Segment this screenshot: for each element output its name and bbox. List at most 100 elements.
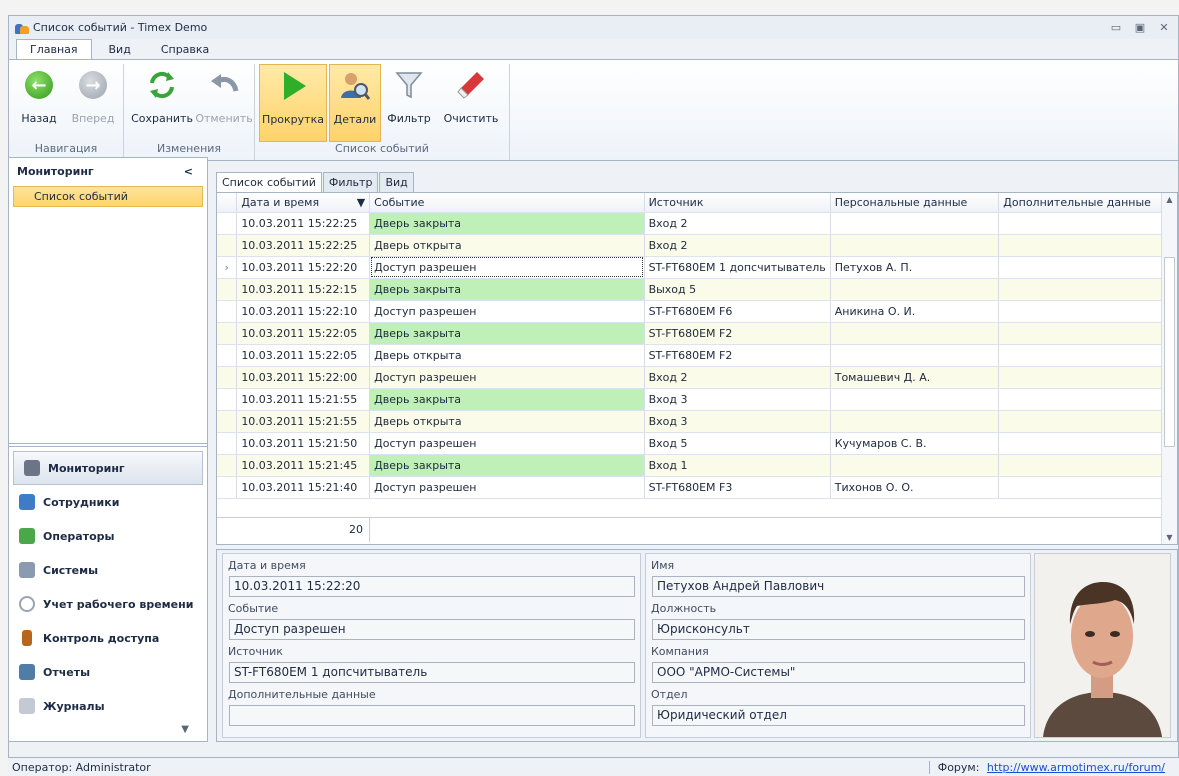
field-value-company[interactable]: ООО "АРМО-Системы" (652, 662, 1025, 683)
field-value-source[interactable]: ST-FT680EM 1 допсчитыватель (229, 662, 635, 683)
back-arrow-icon: ← (25, 71, 53, 99)
row-indicator (217, 366, 238, 389)
nav-group-journals[interactable]: Журналы (9, 689, 207, 723)
sort-descending-icon: ▼ (356, 195, 366, 209)
menu-tab-main[interactable]: Главная (16, 39, 92, 59)
more-nav-icon[interactable]: ▼ (181, 724, 189, 735)
field-value-name[interactable]: Петухов Андрей Павлович (652, 576, 1025, 597)
cell-source: Вход 2 (644, 234, 831, 257)
forum-link[interactable]: http://www.armotimex.ru/forum/ (987, 761, 1165, 774)
tab-event-list[interactable]: Список событий (216, 172, 322, 192)
nav-group-employees[interactable]: Сотрудники (9, 485, 207, 519)
minimize-icon[interactable]: ▭ (1108, 21, 1124, 35)
cell-event: Дверь закрыта (369, 278, 645, 301)
row-indicator (217, 344, 238, 367)
clock-icon (19, 596, 35, 612)
column-header-personal[interactable]: Персональные данные (830, 193, 1000, 213)
pane-splitter[interactable] (9, 443, 207, 447)
field-value-extra[interactable] (229, 705, 635, 726)
table-row[interactable]: 10.03.2011 15:22:00 Доступ разрешен Вход 2… (217, 366, 1177, 389)
scrollbar-thumb[interactable] (1164, 257, 1175, 447)
table-row[interactable]: 10.03.2011 15:22:25 Дверь открыта Вход 2 (217, 234, 1177, 257)
forward-button[interactable]: → Вперед (67, 64, 119, 142)
table-row[interactable]: 10.03.2011 15:21:45 Дверь закрыта Вход 1 (217, 454, 1177, 477)
close-icon[interactable]: ✕ (1156, 21, 1172, 35)
cell-personal: Томашевич Д. А. (830, 366, 1000, 389)
nav-item-event-list[interactable]: Список событий (13, 186, 203, 207)
filter-button[interactable]: Фильтр (383, 64, 435, 142)
table-row[interactable]: 10.03.2011 15:22:10 Доступ разрешен ST-FT6… (217, 300, 1177, 323)
field-value-event[interactable]: Доступ разрешен (229, 619, 635, 640)
column-header-source[interactable]: Источник (644, 193, 831, 213)
table-row[interactable]: › 10.03.2011 15:22:20 Доступ разрешен ST-FT… (217, 256, 1177, 279)
tab-filter[interactable]: Фильтр (322, 172, 379, 192)
column-header-extra[interactable]: Дополнительные данные (998, 193, 1177, 213)
tab-view[interactable]: Вид (379, 172, 414, 192)
nav-pane-header: Мониторинг < (9, 158, 207, 184)
ribbon-group-changes: Сохранить Отменить Изменения (124, 64, 255, 160)
nav-group-operators[interactable]: Операторы (9, 519, 207, 553)
field-label-extra: Дополнительные данные (228, 688, 376, 701)
operator-status: Оператор: Administrator (12, 760, 151, 774)
row-indicator (217, 388, 238, 411)
employees-icon (19, 494, 35, 510)
clear-button[interactable]: Очистить (437, 64, 505, 142)
nav-group-access-control[interactable]: Контроль доступа (9, 621, 207, 655)
cell-datetime: 10.03.2011 15:21:50 (236, 432, 371, 455)
cell-extra (998, 234, 1177, 257)
table-row[interactable]: 10.03.2011 15:22:15 Дверь закрыта Выход 5 (217, 278, 1177, 301)
row-indicator (217, 234, 238, 257)
table-row[interactable]: 10.03.2011 15:22:25 Дверь закрыта Вход 2 (217, 212, 1177, 235)
person-details: Имя Петухов Андрей Павлович Должность Юр… (645, 553, 1031, 738)
cell-extra (998, 432, 1177, 455)
cell-extra (998, 454, 1177, 477)
field-label-company: Компания (651, 645, 709, 658)
cell-datetime: 10.03.2011 15:21:45 (236, 454, 371, 477)
cancel-button[interactable]: Отменить (195, 64, 253, 142)
cell-source: Вход 5 (644, 432, 831, 455)
undo-icon (211, 74, 239, 92)
maximize-icon[interactable]: ▣ (1132, 21, 1148, 35)
nav-group-reports[interactable]: Отчеты (9, 655, 207, 689)
field-value-position[interactable]: Юрисконсульт (652, 619, 1025, 640)
column-header-event[interactable]: Событие (369, 193, 645, 213)
field-value-department[interactable]: Юридический отдел (652, 705, 1025, 726)
title-bar: Список событий - Timex Demo ▭ ▣ ✕ (9, 16, 1178, 39)
back-button[interactable]: ← Назад (13, 64, 65, 142)
scroll-down-icon[interactable]: ▼ (1162, 533, 1177, 542)
nav-group-time-tracking[interactable]: Учет рабочего времени (9, 587, 207, 621)
ribbon-group-event-list: Прокрутка Детали Фильтр Очистить Список … (255, 64, 510, 160)
column-header-datetime[interactable]: Дата и время ▼ (236, 193, 371, 213)
save-button[interactable]: Сохранить (128, 64, 196, 142)
column-header-indicator (217, 193, 238, 213)
grid-scrollbar[interactable]: ▲ ▼ (1161, 193, 1177, 544)
collapse-icon[interactable]: < (184, 165, 193, 178)
table-row[interactable]: 10.03.2011 15:21:50 Доступ разрешен Вход 5… (217, 432, 1177, 455)
table-row[interactable]: 10.03.2011 15:21:40 Доступ разрешен ST-FT6… (217, 476, 1177, 499)
table-row[interactable]: 10.03.2011 15:21:55 Дверь открыта Вход 3 (217, 410, 1177, 433)
cell-source: ST-FT680EM F3 (644, 476, 831, 499)
cell-source: Выход 5 (644, 278, 831, 301)
nav-group-monitoring[interactable]: Мониторинг (13, 451, 203, 485)
cell-datetime: 10.03.2011 15:21:40 (236, 476, 371, 499)
cell-event: Дверь закрыта (369, 212, 645, 235)
field-label-department: Отдел (651, 688, 688, 701)
cell-event: Доступ разрешен (369, 476, 645, 499)
scroll-button[interactable]: Прокрутка (259, 64, 327, 142)
ribbon-group-label: Список событий (335, 142, 429, 155)
journals-icon (19, 698, 35, 714)
table-row[interactable]: 10.03.2011 15:21:55 Дверь закрыта Вход 3 (217, 388, 1177, 411)
table-row[interactable]: 10.03.2011 15:22:05 Дверь закрыта ST-FT680… (217, 322, 1177, 345)
field-value-datetime[interactable]: 10.03.2011 15:22:20 (229, 576, 635, 597)
field-label-datetime: Дата и время (228, 559, 306, 572)
cell-event: Дверь закрыта (369, 454, 645, 477)
row-indicator (217, 432, 238, 455)
menu-tab-help[interactable]: Справка (148, 40, 222, 59)
navigation-pane: Мониторинг < Список событий Мониторинг С… (8, 157, 208, 742)
menu-tab-view[interactable]: Вид (96, 40, 144, 59)
table-row[interactable]: 10.03.2011 15:22:05 Дверь открыта ST-FT680… (217, 344, 1177, 367)
scroll-up-icon[interactable]: ▲ (1162, 195, 1177, 204)
details-button[interactable]: Детали (329, 64, 381, 142)
event-grid: Дата и время ▼ Событие Источник Персональ… (216, 192, 1178, 545)
nav-group-systems[interactable]: Системы (9, 553, 207, 587)
